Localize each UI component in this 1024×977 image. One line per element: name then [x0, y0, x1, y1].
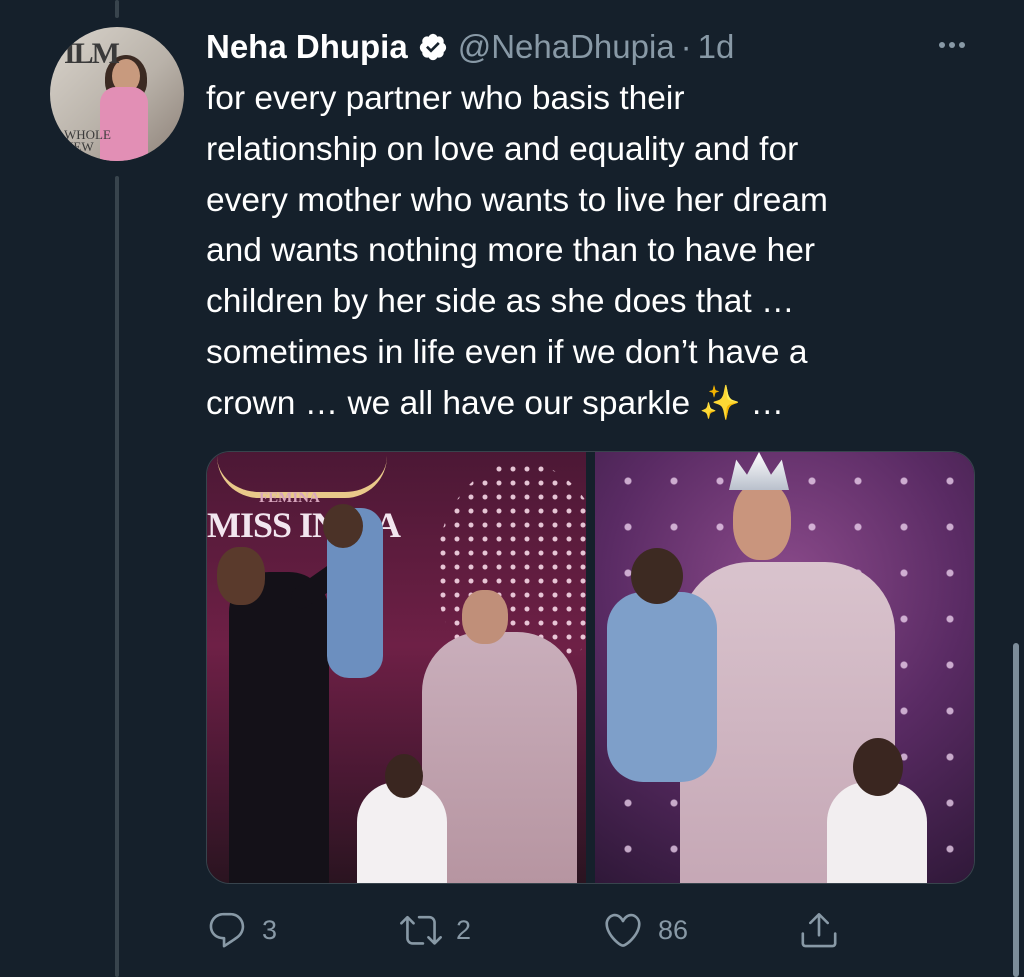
media-photo-1[interactable]: FEMINA MISS INDIA [207, 452, 586, 883]
avatar-magazine-title: ILM [64, 37, 120, 70]
tweet-text-line: every mother who wants to live her dream [206, 181, 828, 219]
photo-man-head [217, 547, 265, 605]
retweet-icon [400, 915, 442, 945]
verified-badge-icon [418, 32, 448, 62]
photo-baby-head [323, 504, 363, 548]
media-photo-2[interactable] [595, 452, 974, 883]
tweet-text-line: and wants nothing more than to have her [206, 232, 815, 270]
photo-woman-head [733, 482, 791, 560]
tweet-media[interactable]: FEMINA MISS INDIA [206, 451, 975, 884]
photo-baby [607, 592, 717, 782]
tweet-text-line: children by her side as she does that … [206, 283, 795, 321]
share-button[interactable] [798, 905, 840, 955]
photo-man [229, 572, 329, 883]
like-count: 86 [658, 914, 689, 945]
tweet-text-line: relationship on love and equality and fo… [206, 130, 799, 168]
header-separator: · [680, 28, 692, 65]
reply-count: 3 [262, 914, 278, 945]
retweet-button[interactable]: 2 [400, 905, 471, 955]
photo-girl-head [853, 738, 903, 796]
more-dot [959, 42, 965, 48]
avatar-jacket [100, 87, 148, 161]
more-icon[interactable] [932, 30, 972, 60]
scrollbar[interactable] [1013, 643, 1019, 977]
avatar[interactable]: ILM WHOLE NEW [50, 27, 184, 161]
media-divider [586, 452, 595, 883]
tweet-text-line: for every partner who basis their [206, 80, 685, 117]
reply-icon [209, 912, 245, 948]
reply-button[interactable]: 3 [206, 905, 277, 955]
more-dot [939, 42, 945, 48]
tweet-text-ellipsis: … [741, 384, 784, 422]
tweet-timestamp[interactable]: 1d [698, 28, 735, 66]
thread-line-bottom [115, 176, 119, 977]
author-handle[interactable]: @NehaDhupia [458, 28, 675, 66]
photo-woman-head [462, 590, 508, 644]
photo-girl [827, 782, 927, 883]
photo-girl-head [385, 754, 423, 798]
author-name[interactable]: Neha Dhupia [206, 28, 408, 66]
photo-baby-head [631, 548, 683, 604]
thread-line-top [115, 0, 119, 18]
sparkles-emoji: ✨ [699, 384, 742, 422]
tweet-text-line: sometimes in life even if we don’t have … [206, 333, 808, 371]
tweet-text-line: crown … we all have our sparkle [206, 384, 691, 422]
share-icon [801, 912, 837, 948]
more-dot [949, 42, 955, 48]
retweet-count: 2 [456, 914, 472, 945]
avatar-cover-line: WHOLE NEW [64, 127, 111, 154]
like-button[interactable]: 86 [602, 905, 688, 955]
tweet-text: for every partner who basis their relati… [206, 74, 966, 430]
tweet-actions: 3 2 86 [206, 905, 986, 955]
tweet-header: Neha Dhupia @NehaDhupia · 1d [206, 24, 734, 70]
like-icon [605, 913, 641, 947]
